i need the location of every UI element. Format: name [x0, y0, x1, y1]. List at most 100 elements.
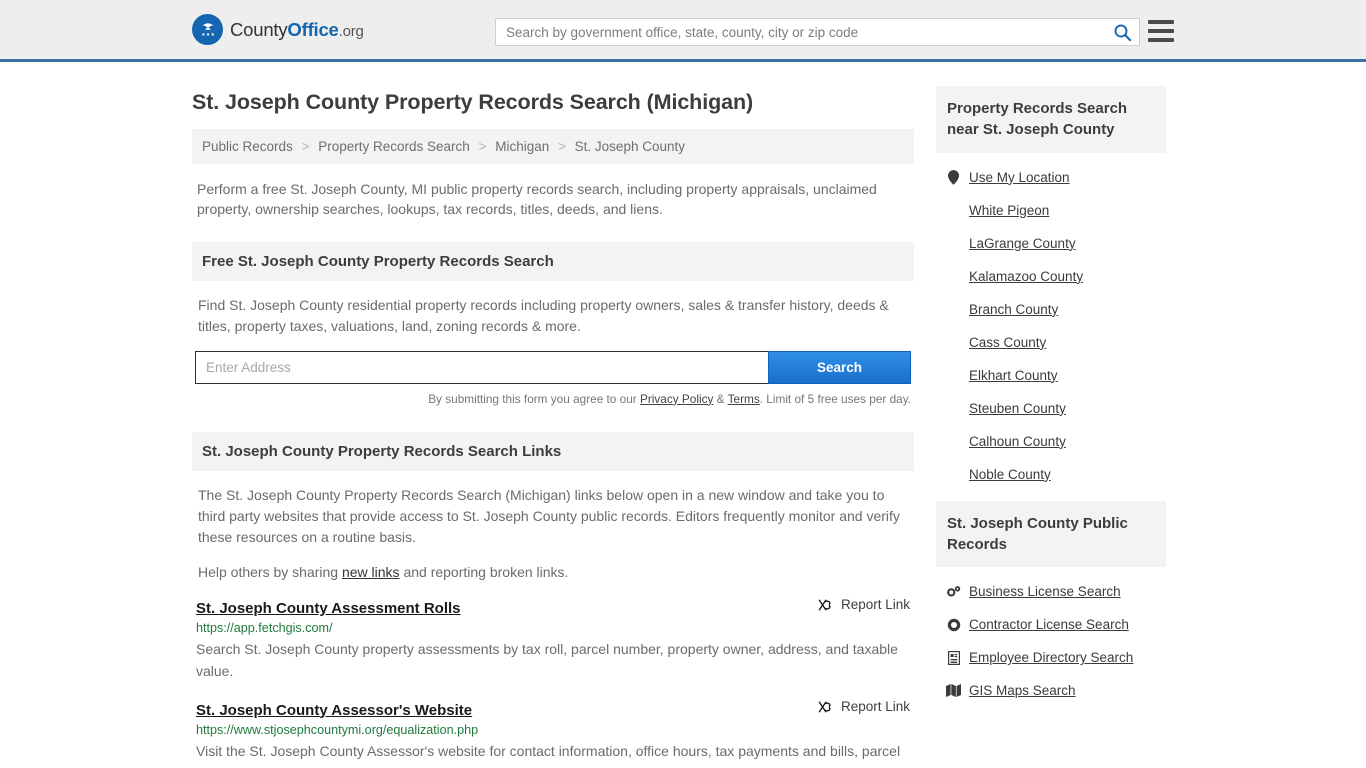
result-header-row: St. Joseph County Assessment Rolls Repor… — [196, 597, 910, 617]
global-search-button[interactable] — [1105, 19, 1139, 45]
result-title-link[interactable]: St. Joseph County Assessment Rolls — [196, 600, 461, 617]
sidebar-column: Property Records Search near St. Joseph … — [936, 62, 1166, 707]
breadcrumb-separator: > — [301, 139, 310, 154]
menu-hamburger-icon[interactable] — [1148, 20, 1174, 42]
sidebar-item-cass-county[interactable]: Cass County — [936, 326, 1166, 359]
sidebar-item-business-license-search[interactable]: Business License Search — [936, 575, 1166, 608]
free-search-description: Find St. Joseph County residential prope… — [198, 296, 889, 334]
sidebar-item-calhoun-county[interactable]: Calhoun County — [936, 425, 1166, 458]
global-search-input[interactable] — [496, 19, 1105, 45]
sidebar-item-white-pigeon[interactable]: White Pigeon — [936, 194, 1166, 227]
sidebar-link[interactable]: Branch County — [969, 302, 1058, 317]
report-link-button[interactable]: Report Link — [817, 597, 910, 613]
privacy-policy-link[interactable]: Privacy Policy — [640, 392, 713, 406]
sidebar-link[interactable]: GIS Maps Search — [969, 683, 1076, 698]
sidebar-link[interactable]: Elkhart County — [969, 368, 1058, 383]
disclaimer-amp: & — [713, 391, 728, 406]
result-description: Search St. Joseph County property assess… — [196, 640, 898, 680]
sidebar-item-kalamazoo-county[interactable]: Kalamazoo County — [936, 260, 1166, 293]
sidebar-link[interactable]: Kalamazoo County — [969, 269, 1083, 284]
sidebar-link[interactable]: Steuben County — [969, 401, 1066, 416]
address-search-button[interactable]: Search — [768, 350, 911, 384]
page-title: St. Joseph County Property Records Searc… — [192, 90, 754, 114]
sidebar-link[interactable]: Calhoun County — [969, 434, 1066, 449]
result-title-link[interactable]: St. Joseph County Assessor's Website — [196, 702, 472, 719]
breadcrumb-item-st-joseph-county[interactable]: St. Joseph County — [575, 139, 685, 154]
hamburger-bar — [1148, 29, 1174, 33]
sidebar-item-gis-maps-search[interactable]: GIS Maps Search — [936, 674, 1166, 707]
sidebar-item-employee-directory-search[interactable]: Employee Directory Search — [936, 641, 1166, 674]
result-header-row: St. Joseph County Assessor's Website Rep… — [196, 699, 910, 719]
result-url: https://www.stjosephcountymi.org/equaliz… — [196, 722, 479, 737]
sidebar-link[interactable]: Noble County — [969, 467, 1051, 482]
global-search-bar[interactable] — [495, 18, 1140, 46]
share-prefix: Help others by sharing — [198, 563, 342, 580]
logo-wordmark: CountyOffice.org — [230, 19, 364, 41]
sidebar-item-elkhart-county[interactable]: Elkhart County — [936, 359, 1166, 392]
logo-text-org: .org — [338, 22, 364, 40]
cogs-icon — [946, 585, 961, 599]
sidebar-public-records-list: Business License Search Contractor Licen… — [936, 567, 1166, 707]
share-links-paragraph: Help others by sharing new links and rep… — [198, 562, 908, 583]
sidebar-item-lagrange-county[interactable]: LaGrange County — [936, 227, 1166, 260]
map-icon — [946, 684, 961, 698]
free-search-panel: Free St. Joseph County Property Records … — [192, 241, 914, 406]
sidebar-link[interactable]: LaGrange County — [969, 236, 1076, 251]
sidebar-item-branch-county[interactable]: Branch County — [936, 293, 1166, 326]
form-disclaimer: By submitting this form you agree to our… — [192, 392, 911, 406]
free-search-panel-heading: Free St. Joseph County Property Records … — [192, 241, 914, 281]
result-item: St. Joseph County Assessment Rolls Repor… — [192, 597, 914, 683]
disclaimer-prefix: By submitting this form you agree to our — [428, 391, 640, 406]
report-link-label: Report Link — [840, 699, 910, 715]
address-search-input[interactable] — [195, 350, 768, 384]
hamburger-bar — [1148, 38, 1174, 42]
logo-text-office: Office — [287, 18, 339, 40]
sidebar-link[interactable]: Cass County — [969, 335, 1046, 350]
result-item: St. Joseph County Assessor's Website Rep… — [192, 699, 914, 768]
sidebar-item-noble-county[interactable]: Noble County — [936, 458, 1166, 491]
logo-text-county: County — [230, 18, 288, 40]
breadcrumb: Public Records > Property Records Search… — [192, 129, 914, 164]
share-suffix: and reporting broken links. — [399, 563, 569, 580]
cog-icon — [946, 618, 961, 632]
search-links-panel-heading: St. Joseph County Property Records Searc… — [192, 431, 914, 471]
broken-link-icon — [818, 701, 831, 713]
address-search-form: Search — [195, 350, 911, 384]
sidebar-item-steuben-county[interactable]: Steuben County — [936, 392, 1166, 425]
sidebar-link[interactable]: Employee Directory Search — [969, 650, 1133, 665]
sidebar-link[interactable]: Contractor License Search — [969, 617, 1129, 632]
disclaimer-suffix: . Limit of 5 free uses per day. — [759, 391, 911, 406]
main-column: St. Joseph County Property Records Searc… — [192, 62, 914, 768]
report-link-label: Report Link — [840, 597, 910, 613]
free-search-panel-body: Find St. Joseph County residential prope… — [192, 281, 914, 337]
breadcrumb-item-michigan[interactable]: Michigan — [495, 139, 549, 154]
new-links-link[interactable]: new links — [342, 564, 400, 580]
countyoffice-logo-icon — [192, 14, 223, 45]
result-description: Visit the St. Joseph County Assessor's w… — [196, 742, 901, 768]
search-links-panel: St. Joseph County Property Records Searc… — [192, 431, 914, 583]
site-logo[interactable]: CountyOffice.org — [192, 14, 364, 45]
report-link-button[interactable]: Report Link — [817, 699, 910, 715]
search-icon — [1114, 24, 1131, 41]
sidebar-link[interactable]: Use My Location — [969, 170, 1070, 185]
sidebar-link[interactable]: Business License Search — [969, 584, 1121, 599]
breadcrumb-separator: > — [558, 139, 566, 154]
hamburger-bar — [1148, 20, 1174, 24]
broken-link-icon — [818, 599, 831, 611]
result-url: https://app.fetchgis.com/ — [196, 620, 333, 635]
breadcrumb-item-public-records[interactable]: Public Records — [202, 139, 293, 154]
page-container: St. Joseph County Property Records Searc… — [0, 62, 1366, 768]
page-intro-text: Perform a free St. Joseph County, MI pub… — [197, 181, 877, 217]
sidebar-nearby-heading: Property Records Search near St. Joseph … — [936, 86, 1166, 153]
breadcrumb-separator: > — [478, 139, 487, 154]
search-links-panel-body: The St. Joseph County Property Records S… — [192, 471, 914, 583]
breadcrumb-item-property-records-search[interactable]: Property Records Search — [318, 139, 470, 154]
terms-link[interactable]: Terms — [728, 392, 760, 406]
sidebar-item-contractor-license-search[interactable]: Contractor License Search — [936, 608, 1166, 641]
sidebar-item-use-my-location[interactable]: Use My Location — [936, 161, 1166, 194]
list-icon — [946, 650, 961, 665]
sidebar-link[interactable]: White Pigeon — [969, 203, 1049, 218]
